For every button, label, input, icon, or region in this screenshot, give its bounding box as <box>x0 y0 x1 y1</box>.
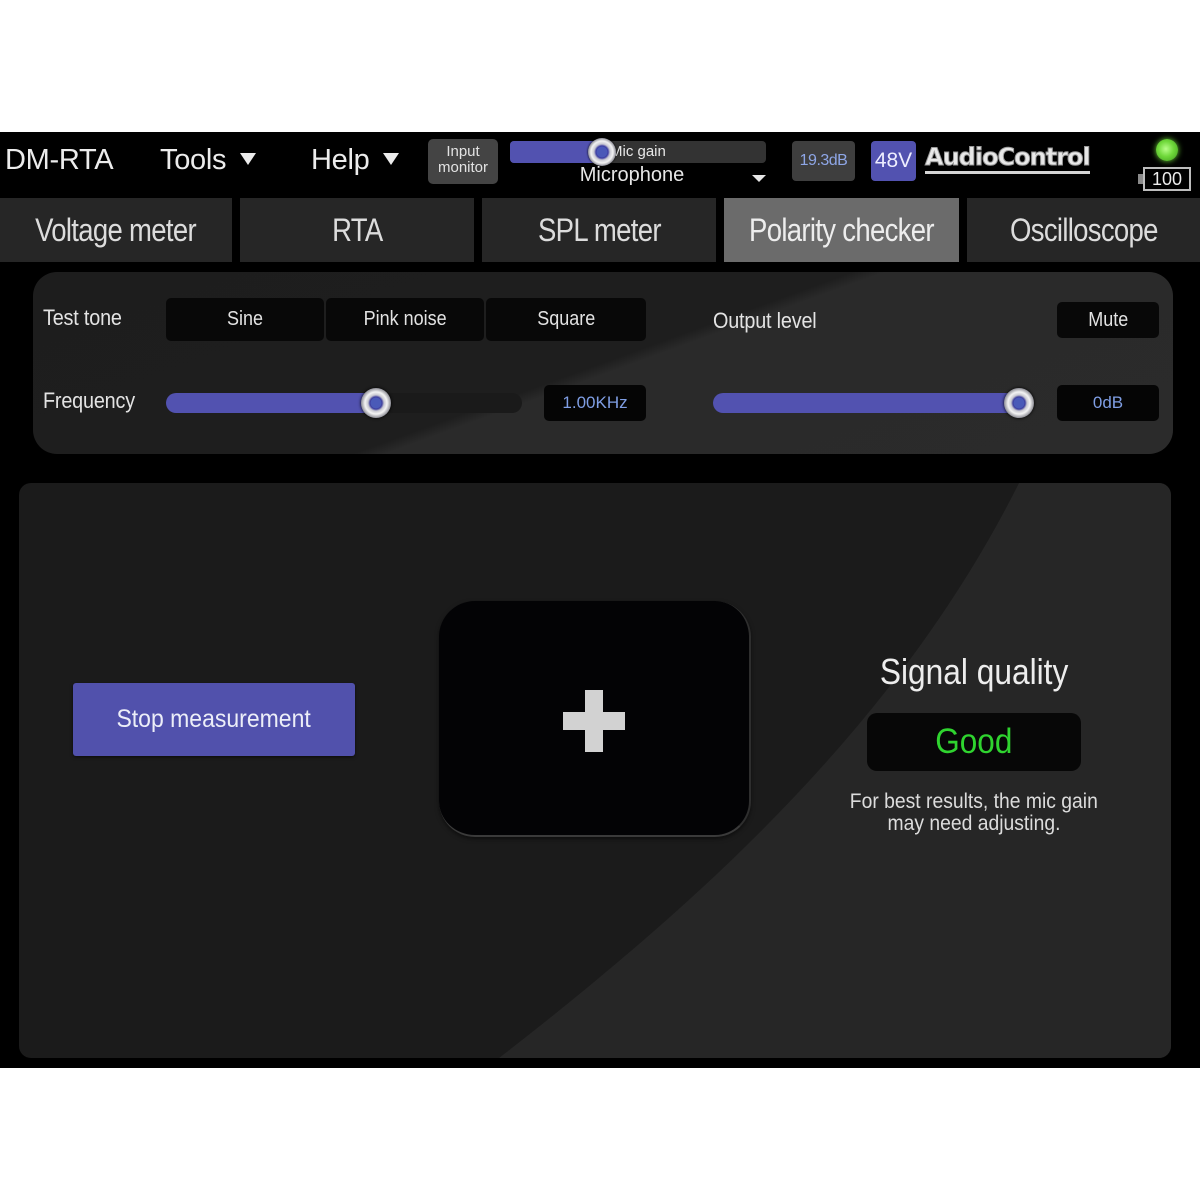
app-title: DM-RTA <box>5 144 114 176</box>
signal-quality-badge: Good <box>867 713 1081 771</box>
mic-gain-knob[interactable] <box>588 138 617 166</box>
status-led-icon <box>1156 139 1178 161</box>
polarity-result-display <box>439 601 751 837</box>
mute-button[interactable]: Mute <box>1057 302 1159 338</box>
plus-icon <box>563 690 625 752</box>
tab-label: SPL meter <box>537 212 661 248</box>
tab-rta[interactable]: RTA <box>240 198 474 262</box>
chevron-down-icon <box>752 175 766 182</box>
tools-menu-label: Tools <box>160 144 227 176</box>
brand-logo: AudioControl <box>925 144 1091 174</box>
hint-line-2: may need adjusting. <box>887 812 1061 835</box>
tab-label: RTA <box>331 212 383 248</box>
tab-voltage-meter[interactable]: Voltage meter <box>0 198 232 262</box>
caret-down-icon <box>240 153 257 165</box>
input-source-dropdown[interactable]: Microphone <box>510 164 766 190</box>
frequency-label: Frequency <box>43 388 135 413</box>
output-level-slider-knob[interactable] <box>1004 388 1034 418</box>
measurement-panel: Stop measurement Signal quality Good For… <box>19 483 1171 1058</box>
mic-gain-slider[interactable]: Mic gain <box>510 138 766 166</box>
tab-polarity-checker[interactable]: Polarity checker <box>724 198 959 262</box>
signal-quality-title: Signal quality <box>879 651 1069 692</box>
top-bar: DM-RTA Tools Help Input monitor Mic gain… <box>0 132 1200 196</box>
hint-line-1: For best results, the mic gain <box>849 790 1099 813</box>
gain-readout: 19.3dB <box>792 141 855 181</box>
help-menu[interactable]: Help <box>311 144 400 177</box>
dm-rta-app: DM-RTA Tools Help Input monitor Mic gain… <box>0 132 1200 1068</box>
tone-pink-noise-button[interactable]: Pink noise <box>326 298 484 341</box>
input-source-value: Microphone <box>579 164 685 186</box>
battery-indicator: 100 <box>1138 167 1191 191</box>
help-menu-label: Help <box>311 144 370 176</box>
output-level-slider[interactable] <box>713 388 1034 418</box>
stop-measurement-button[interactable]: Stop measurement <box>73 683 355 756</box>
frequency-slider-knob[interactable] <box>361 388 392 418</box>
tab-label: Oscilloscope <box>1009 212 1158 248</box>
output-level-slider-fill <box>713 393 1019 413</box>
mic-gain-label: Mic gain <box>610 143 666 160</box>
input-monitor-label-line2: monitor <box>437 159 489 176</box>
output-level-readout: 0dB <box>1057 385 1159 421</box>
tab-label: Voltage meter <box>35 212 198 248</box>
phantom-power-button[interactable]: 48V <box>871 141 916 181</box>
frequency-slider[interactable] <box>166 388 522 418</box>
tab-oscilloscope[interactable]: Oscilloscope <box>967 198 1200 262</box>
frequency-slider-fill <box>166 393 377 413</box>
tab-label: Polarity checker <box>749 212 934 248</box>
output-level-label: Output level <box>713 308 817 333</box>
tools-menu[interactable]: Tools <box>160 144 257 177</box>
test-tone-label: Test tone <box>43 305 122 330</box>
input-monitor-button[interactable]: Input monitor <box>428 139 498 184</box>
signal-quality-hint: For best results, the mic gain may need … <box>809 791 1139 835</box>
frequency-readout: 1.00KHz <box>544 385 646 421</box>
tone-sine-button[interactable]: Sine <box>166 298 324 341</box>
tone-generator-panel: Test tone Sine Pink noise Square Output … <box>33 272 1173 454</box>
tab-spl-meter[interactable]: SPL meter <box>482 198 716 262</box>
input-monitor-label-line1: Input <box>446 143 480 160</box>
tone-square-button[interactable]: Square <box>486 298 646 341</box>
tab-bar: Voltage meter RTA SPL meter Polarity che… <box>0 198 1200 262</box>
caret-down-icon <box>383 153 400 165</box>
